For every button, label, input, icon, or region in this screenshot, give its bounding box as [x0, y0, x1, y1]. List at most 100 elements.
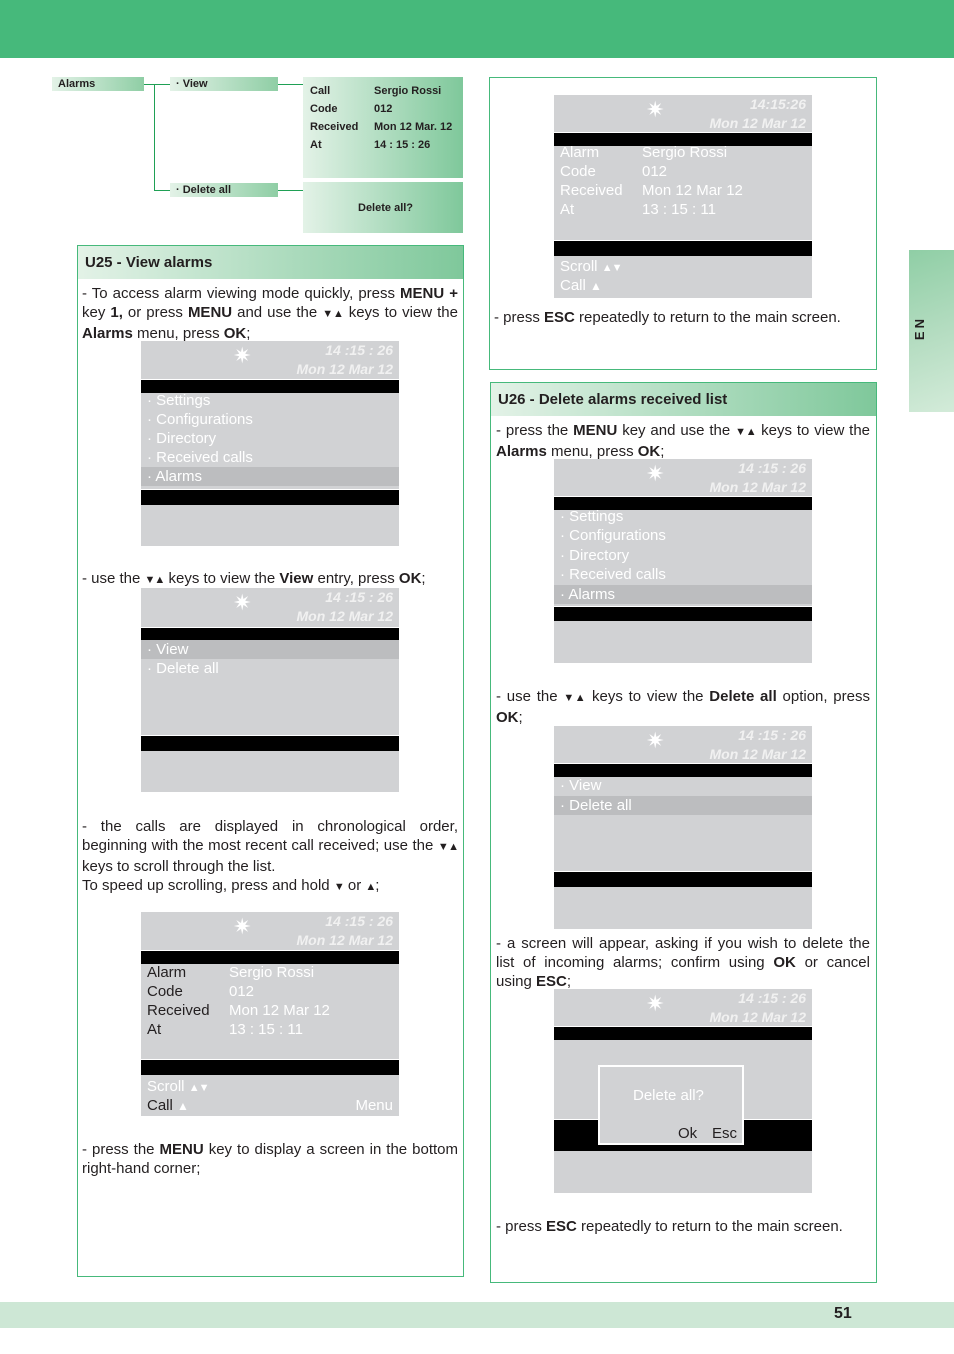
lcd-bar — [141, 950, 399, 964]
lcd-bar — [554, 763, 812, 777]
detail-label: Received — [147, 1002, 210, 1019]
panel-value: 012 — [374, 103, 393, 115]
menu-item[interactable]: · Settings — [141, 391, 399, 410]
lcd-clock: 14 :15 : 26 Mon 12 Mar 12 — [709, 727, 806, 762]
menu-item-selected[interactable]: · Alarms — [141, 467, 399, 486]
menu-softkey[interactable]: Menu — [355, 1096, 393, 1115]
dialog-message: Delete all? — [633, 1087, 704, 1104]
section-title: U25 - View alarms — [78, 246, 463, 279]
menu-item-selected[interactable]: · Alarms — [554, 585, 812, 604]
menu-item[interactable]: · Directory — [141, 429, 399, 448]
tree-connector — [154, 190, 170, 191]
lcd-bar — [554, 240, 812, 256]
tree-connector — [144, 84, 170, 85]
menu-item-selected[interactable]: · View — [141, 640, 399, 659]
down-up-keys-icon: ▼▲ — [437, 841, 459, 853]
lcd-main-menu-u26: ✷ 14 :15 : 26 Mon 12 Mar 12 · Settings · … — [554, 459, 812, 663]
lcd-bar — [554, 1026, 812, 1040]
detail-label: At — [560, 201, 575, 218]
lcd-bar — [141, 627, 399, 641]
u26-step-3: - a screen will appear, asking if you wi… — [496, 935, 870, 990]
panel-label: Call — [310, 85, 331, 97]
tree-delete-panel: Delete all? — [303, 182, 463, 233]
detail-value: 13 : 15 : 11 — [642, 201, 716, 218]
lcd-bar — [141, 1059, 399, 1075]
esc-button[interactable]: Esc — [712, 1125, 737, 1142]
sun-icon: ✷ — [646, 991, 665, 1016]
panel-value: Sergio Rossi — [374, 85, 442, 97]
menu-item-selected[interactable]: · Delete all — [554, 796, 812, 815]
scroll-hint[interactable]: Scroll ▲▼ — [147, 1077, 210, 1098]
call-hint[interactable]: Call ▲ — [560, 276, 602, 296]
detail-label: Code — [560, 163, 596, 180]
menu-item[interactable]: · Configurations — [554, 526, 812, 545]
panel-label: Code — [310, 103, 338, 115]
tree-view-panel: Call Sergio Rossi Code 012 Received Mon … — [303, 77, 463, 178]
menu-item[interactable]: · Settings — [554, 507, 812, 526]
footer-band — [0, 1302, 954, 1328]
menu-item[interactable]: · Delete all — [141, 659, 399, 678]
u25-step-3: - the calls are displayed in chronologic… — [82, 818, 459, 894]
lcd-bar — [554, 871, 812, 887]
lcd-main-menu: ✷ 14 :15 : 26 Mon 12 Mar 12 · Settings · … — [141, 341, 399, 546]
panel-label: At — [310, 139, 322, 151]
panel-value: 14 : 15 : 26 — [374, 139, 431, 151]
tree-connector — [278, 84, 303, 85]
view-final-step: - press ESC repeatedly to return to the … — [494, 309, 841, 326]
menu-item[interactable]: · Directory — [554, 546, 812, 565]
down-key-icon: ▼ — [333, 881, 345, 893]
lcd-clock: 14 :15 : 26 Mon 12 Mar 12 — [709, 990, 806, 1025]
call-hint[interactable]: Call ▲ — [147, 1096, 189, 1116]
delete-dialog: Delete all? Ok Esc — [598, 1065, 744, 1145]
lcd-bar — [141, 489, 399, 505]
menu-item[interactable]: · Received calls — [141, 448, 399, 467]
sun-icon: ✷ — [233, 590, 252, 615]
ok-button[interactable]: Ok — [678, 1125, 697, 1142]
detail-value: Mon 12 Mar 12 — [642, 182, 743, 199]
up-key-icon: ▲ — [365, 881, 376, 893]
u25-step-1: - To access alarm viewing mode quickly, … — [82, 285, 459, 342]
detail-value: Sergio Rossi — [229, 964, 315, 981]
menu-item[interactable]: · Configurations — [141, 410, 399, 429]
detail-label: Alarm — [147, 964, 187, 981]
lcd-alarm-detail-final: ✷ 14:15:26 Mon 12 Mar 12 Alarm Sergio Ros… — [554, 95, 812, 298]
detail-value: Mon 12 Mar 12 — [229, 1002, 330, 1019]
lcd-bar — [141, 735, 399, 751]
detail-label: Code — [147, 983, 183, 1000]
panel-label: Received — [310, 121, 359, 133]
scroll-hint[interactable]: Scroll ▲▼ — [560, 257, 623, 278]
up-down-icon: ▲▼ — [601, 262, 623, 274]
page-number: 51 — [834, 1305, 852, 1322]
sun-icon: ✷ — [646, 461, 665, 486]
lcd-clock: 14 :15 : 26 Mon 12 Mar 12 — [296, 342, 393, 377]
lcd-delete-confirm: ✷ 14 :15 : 26 Mon 12 Mar 12 Delete all? O… — [554, 989, 812, 1193]
detail-value: 012 — [642, 163, 668, 180]
panel-text: Delete all? — [358, 202, 414, 214]
menu-item[interactable]: · Received calls — [554, 565, 812, 584]
menu-item[interactable]: · View — [554, 776, 812, 795]
section-title: U26 - Delete alarms received list — [491, 383, 876, 416]
u25-step-2: - use the ▼▲ keys to view the View entry… — [82, 570, 426, 587]
detail-label: Received — [560, 182, 623, 199]
down-up-keys-icon: ▼▲ — [322, 308, 344, 320]
tree-connector — [154, 84, 155, 190]
lcd-clock: 14:15:26 Mon 12 Mar 12 — [709, 96, 806, 131]
u26-step-4: - press ESC repeatedly to return to the … — [496, 1218, 843, 1235]
detail-label: At — [147, 1021, 162, 1038]
sun-icon: ✷ — [646, 97, 665, 122]
lcd-bar — [554, 606, 812, 621]
detail-value: Sergio Rossi — [642, 144, 728, 161]
lcd-clock: 14 :15 : 26 Mon 12 Mar 12 — [296, 913, 393, 948]
lcd-alarm-detail: ✷ 14 :15 : 26 Mon 12 Mar 12 Alarm Sergio … — [141, 912, 399, 1116]
lcd-clock: 14 :15 : 26 Mon 12 Mar 12 — [709, 460, 806, 495]
down-up-keys-icon: ▼▲ — [735, 426, 757, 438]
bell-icon: ▲ — [177, 1099, 189, 1113]
tree-node-view: · View — [170, 77, 278, 91]
sun-icon: ✷ — [233, 914, 252, 939]
down-up-keys-icon: ▼▲ — [563, 692, 587, 704]
sun-icon: ✷ — [233, 343, 252, 368]
detail-value: 012 — [229, 983, 255, 1000]
lcd-clock: 14 :15 : 26 Mon 12 Mar 12 — [296, 589, 393, 624]
up-down-icon: ▲▼ — [188, 1082, 210, 1094]
language-tab-label: EN — [912, 316, 927, 341]
